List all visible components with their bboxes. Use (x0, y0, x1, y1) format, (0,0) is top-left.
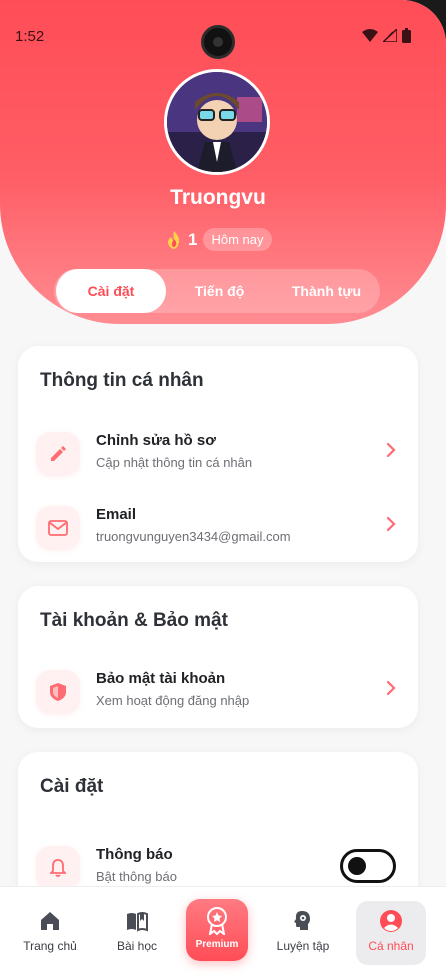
nav-lessons-label: Bài học (116, 939, 158, 953)
mail-icon (36, 506, 80, 550)
avatar[interactable] (164, 69, 270, 175)
account-security-title: Bảo mật tài khoản (96, 670, 226, 687)
edit-profile-row[interactable]: Chỉnh sửa hồ sơ Cập nhật thông tin cá nh… (18, 426, 418, 486)
profile-name: Truongvu (170, 186, 266, 209)
tab-achievements[interactable]: Thành tựu (273, 269, 380, 313)
edit-profile-title: Chỉnh sửa hồ sơ (96, 432, 216, 449)
streak-indicator: 1 Hôm nay (166, 228, 272, 251)
wifi-icon (362, 29, 378, 42)
user-icon (380, 910, 402, 932)
brain-icon (294, 911, 310, 930)
notifications-toggle[interactable] (340, 849, 396, 883)
chevron-right-icon (386, 680, 396, 696)
account-security-subtitle: Xem hoạt động đăng nhập (96, 693, 250, 708)
book-icon (127, 912, 148, 932)
nav-home-label: Trang chủ (23, 939, 77, 953)
streak-count: 1 (188, 229, 198, 249)
nav-lessons[interactable]: Bài học (102, 901, 172, 965)
email-title: Email (96, 506, 137, 523)
security-title: Tài khoản & Bảo mật (40, 610, 228, 631)
email-value: truongvunguyen3434@gmail.com (96, 529, 291, 544)
chevron-right-icon (386, 442, 396, 458)
flame-icon (168, 230, 180, 249)
signal-icon (383, 29, 397, 42)
badge-icon (207, 907, 227, 935)
bell-icon (36, 846, 80, 890)
pencil-icon (36, 432, 80, 476)
nav-practice[interactable]: Luyện tập (268, 901, 338, 965)
personal-info-card: Thông tin cá nhân Chỉnh sửa hồ sơ Cập nh… (18, 346, 418, 562)
security-card: Tài khoản & Bảo mật Bảo mật tài khoản Xe… (18, 586, 418, 728)
nav-profile[interactable]: Cá nhân (356, 901, 426, 965)
tab-progress[interactable]: Tiến độ (166, 269, 273, 313)
settings-title: Cài đặt (40, 776, 104, 797)
streak-label: Hôm nay (203, 228, 272, 251)
nav-practice-label: Luyện tập (276, 939, 330, 953)
chevron-right-icon (386, 516, 396, 532)
profile-screen: 1:52 Truongvu 1 Hôm nay Cài đặt Tiến độ … (0, 0, 446, 979)
front-camera (201, 25, 235, 59)
notifications-subtitle: Bật thông báo (96, 869, 177, 884)
avatar-image (167, 72, 267, 172)
nav-home[interactable]: Trang chủ (15, 901, 85, 965)
home-icon (41, 912, 59, 930)
premium-label: Premium (195, 939, 239, 950)
edit-profile-subtitle: Cập nhật thông tin cá nhân (96, 455, 253, 470)
account-security-row[interactable]: Bảo mật tài khoản Xem hoạt động đăng nhậ… (18, 664, 418, 724)
battery-icon (402, 28, 411, 43)
profile-header: 1:52 Truongvu 1 Hôm nay Cài đặt Tiến độ … (0, 0, 446, 324)
status-time: 1:52 (15, 28, 45, 45)
toggle-knob (348, 857, 366, 875)
email-row[interactable]: Email truongvunguyen3434@gmail.com (18, 500, 418, 560)
profile-tabs: Cài đặt Tiến độ Thành tựu (54, 269, 380, 313)
personal-info-title: Thông tin cá nhân (40, 370, 204, 391)
shield-icon (36, 670, 80, 714)
tab-settings[interactable]: Cài đặt (56, 269, 166, 313)
premium-button[interactable]: Premium (186, 899, 248, 961)
notifications-title: Thông báo (96, 846, 173, 863)
nav-profile-label: Cá nhân (368, 939, 414, 953)
status-icons (362, 28, 411, 43)
